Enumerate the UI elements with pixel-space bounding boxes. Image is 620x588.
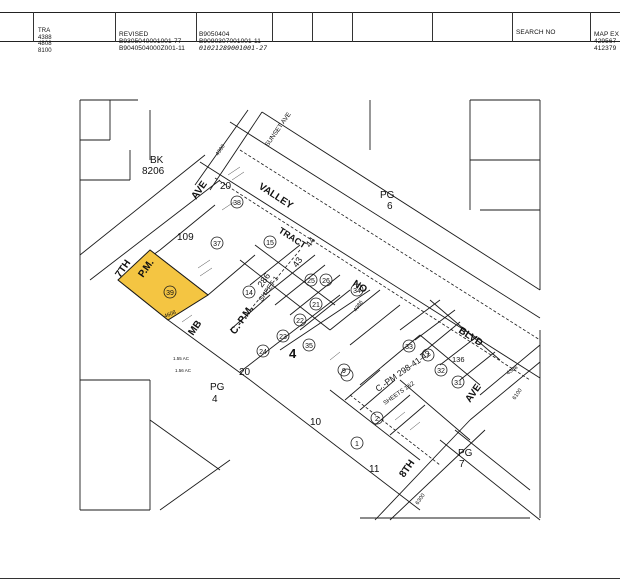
ac2-label: 1.56 AC (175, 368, 192, 373)
assessor-map: 39 38 37 15 14 24 23 22 21 25 26 34 33 3… (79, 99, 541, 521)
parcel-number: 21 (312, 302, 320, 309)
bottom-rule (0, 578, 620, 579)
bk-label: BK (150, 155, 164, 166)
block-20-label: 20 (220, 181, 232, 192)
parcel-number: 15 (266, 240, 274, 247)
parcel-number: 2 (375, 416, 379, 423)
block-4-label: 4 (289, 346, 297, 361)
tract-label: TRACT (277, 225, 308, 250)
block-109-label: 109 (177, 232, 194, 243)
parcel-number: 33 (405, 344, 413, 351)
parcel-number: 24 (259, 349, 267, 356)
pg4-label: PG (210, 382, 225, 393)
parcel-number: 32 (437, 368, 445, 375)
parcel-number: 37 (213, 241, 221, 248)
blvd-label: BLVD (456, 325, 484, 349)
parcel-number: 1 (355, 441, 359, 448)
num4386-label: 4386 (353, 300, 365, 313)
highlighted-parcel[interactable] (117, 249, 209, 321)
parcel-number: 39 (166, 290, 174, 297)
block-20b-label: 20 (239, 367, 251, 378)
num136-label: 136 (452, 355, 465, 364)
num4388-label: 4388 (506, 365, 519, 377)
parcel-number: 38 (233, 200, 241, 207)
eighth-label: 8TH (397, 458, 417, 480)
parcel-number: 26 (322, 278, 330, 285)
mb-label: MB (186, 319, 204, 338)
num6100-label: 6100 (512, 388, 524, 401)
parcel-number: 9 (342, 368, 346, 375)
block-10-label: 10 (310, 417, 322, 428)
pg7-label: PG (458, 448, 473, 459)
parcel-number: 31 (454, 380, 462, 387)
parcel-number: 25 (307, 278, 315, 285)
block-11-label: 11 (369, 464, 380, 475)
pg4-number: 4 (212, 394, 218, 405)
parcel-number: 23 (279, 334, 287, 341)
ave2-label: AVE (463, 382, 484, 405)
parcel-number: 14 (245, 290, 253, 297)
parcel-number: 35 (305, 343, 313, 350)
pg7-number: 7 (459, 459, 465, 470)
parcel-number: 22 (296, 318, 304, 325)
pg6-number: 6 (387, 201, 393, 212)
num4300-label: 4300 (215, 144, 227, 157)
pg6-label: PG (380, 190, 395, 201)
bk-number: 8206 (142, 166, 165, 177)
cpm-label: C.-P.M. (228, 304, 256, 337)
cpm-num2-label: 43 (290, 255, 304, 269)
cpm-num3-label: 44 (303, 235, 317, 249)
ac-label: 1.55 AC (173, 356, 190, 361)
valley-label: VALLEY (256, 181, 295, 211)
